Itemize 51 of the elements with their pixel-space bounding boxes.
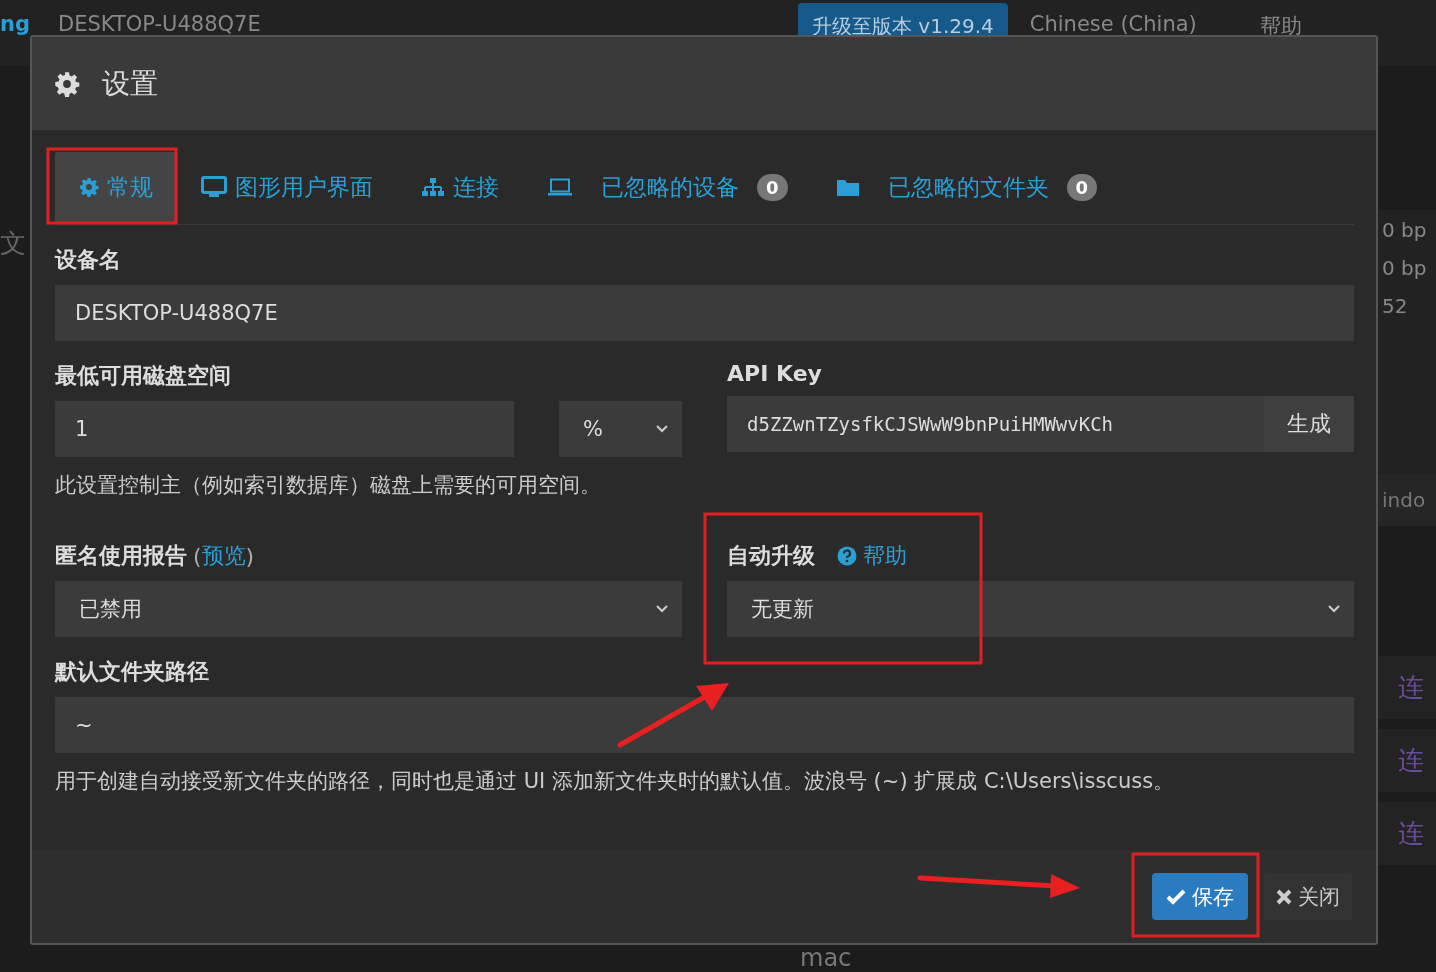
field-label: 默认文件夹路径 bbox=[55, 658, 210, 686]
help-text: 此设置控制主（例如索引数据库）磁盘上需要的可用空间。 bbox=[55, 472, 602, 499]
paren-text: ( bbox=[193, 543, 202, 569]
paren-text: ) bbox=[245, 543, 255, 569]
settings-tab[interactable]: 图形用户界面 bbox=[177, 152, 397, 222]
close-icon bbox=[1276, 888, 1292, 905]
count-badge: 0 bbox=[757, 173, 788, 201]
close-button[interactable]: 关闭 bbox=[1264, 873, 1352, 920]
api-key-field[interactable]: d5ZZwnTZysfkCJSWwW9bnPuiHMWwvKCh bbox=[727, 396, 1264, 452]
folder-path-field[interactable]: ~ bbox=[55, 697, 1354, 753]
dialog-title: 设置 bbox=[102, 65, 158, 102]
count-badge: 0 bbox=[1066, 173, 1098, 201]
check-icon bbox=[1166, 888, 1186, 905]
caret-icon bbox=[1328, 605, 1340, 613]
laptop-icon bbox=[547, 178, 573, 196]
usage-report-select[interactable]: 已禁用 bbox=[55, 581, 682, 637]
sitemap-icon bbox=[421, 177, 445, 197]
help-text: 用于创建自动接受新文件夹的路径，同时也是通过 UI 添加新文件夹时的默认值。波浪号 (~) 扩展成 C:\Users\isscuss。 bbox=[55, 768, 1176, 795]
os-text: indo bbox=[1378, 474, 1436, 526]
field-label: 自动升级 bbox=[727, 542, 815, 570]
stat-text: 0 bp bbox=[1378, 248, 1436, 286]
save-button[interactable]: 保存 bbox=[1152, 873, 1248, 920]
field-label: 设备名 bbox=[55, 246, 122, 274]
device-name-field[interactable]: DESKTOP-U488Q7E bbox=[55, 285, 1354, 341]
field-label: 最低可用磁盘空间 bbox=[55, 362, 232, 390]
gear-icon bbox=[79, 177, 99, 197]
settings-tab[interactable]: 连接 bbox=[397, 152, 523, 222]
generate-button[interactable]: 生成 bbox=[1264, 396, 1354, 452]
auto-upgrade-select[interactable]: 无更新 bbox=[727, 581, 1354, 637]
device-text: mac bbox=[799, 944, 853, 972]
folder-icon bbox=[835, 177, 860, 197]
preview-link[interactable]: 预览 bbox=[201, 541, 246, 571]
brand-text[interactable]: ng bbox=[0, 12, 48, 36]
language-menu[interactable]: Chinese (China) bbox=[1029, 12, 1260, 36]
stat-text: 52 bbox=[1378, 286, 1436, 324]
settings-tab[interactable]: 常规 bbox=[55, 152, 177, 222]
help-icon bbox=[837, 546, 857, 566]
settings-icon bbox=[54, 70, 80, 97]
settings-tab[interactable]: 已忽略的设备 0 bbox=[523, 152, 812, 222]
caret-icon bbox=[656, 425, 668, 433]
unit-select[interactable]: % bbox=[559, 401, 682, 457]
caret-icon bbox=[656, 605, 668, 613]
disk-space-field[interactable]: 1 bbox=[55, 401, 514, 457]
stat-text: 0 bp bbox=[1378, 210, 1436, 248]
folder-text: 文 bbox=[0, 228, 26, 258]
settings-tab[interactable]: 已忽略的文件夹 0 bbox=[811, 152, 1122, 222]
device-name-text: DESKTOP-U488Q7E bbox=[58, 12, 262, 36]
monitor-icon bbox=[201, 176, 227, 198]
field-label: 匿名使用报告 bbox=[55, 542, 187, 570]
help-link[interactable]: 帮助 bbox=[837, 541, 907, 571]
field-label: API Key bbox=[727, 361, 823, 386]
